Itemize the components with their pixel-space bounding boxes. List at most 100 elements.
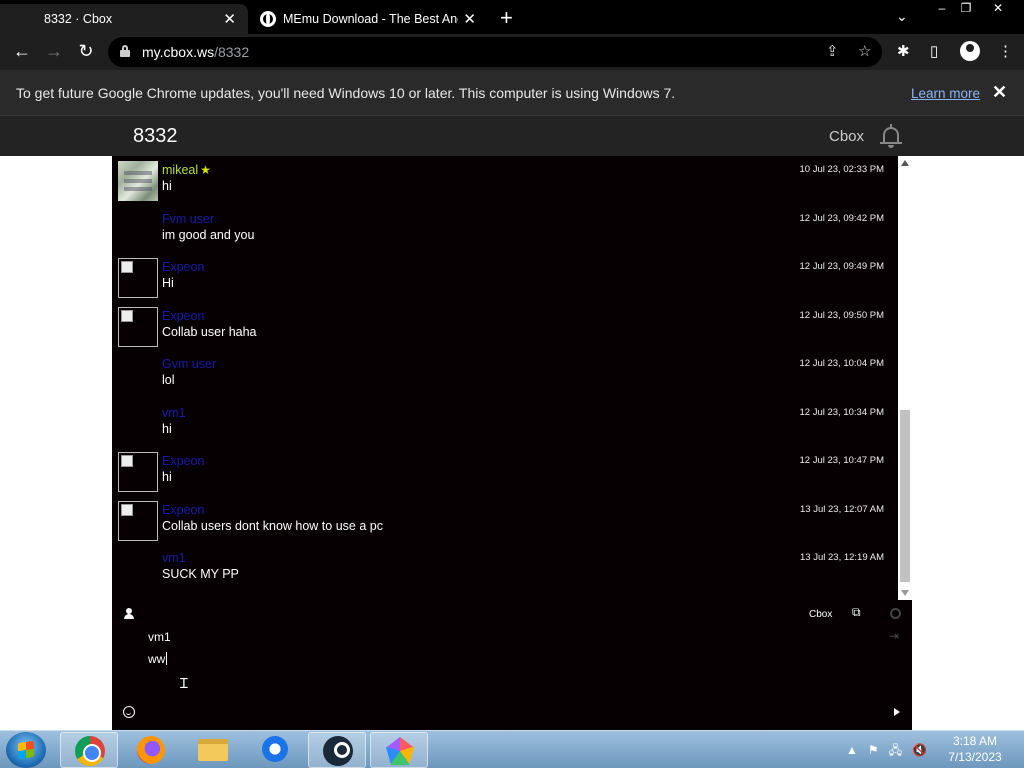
message-author[interactable]: vm1 — [162, 406, 186, 420]
site-header: 8332 Cbox — [0, 116, 1024, 156]
tray-expand-icon[interactable]: ▲ — [846, 743, 858, 757]
folder-icon — [198, 739, 228, 761]
external-link-icon[interactable]: ⧉ — [852, 605, 861, 620]
message-timestamp: 12 Jul 23, 10:47 PM — [799, 455, 885, 466]
scroll-down-arrow-icon[interactable] — [901, 590, 909, 596]
avatar[interactable] — [118, 306, 158, 347]
message-timestamp: 13 Jul 23, 12:19 AM — [800, 552, 884, 563]
star-icon: ★ — [200, 163, 211, 177]
back-arrow-icon[interactable]: ← — [11, 41, 33, 62]
infobar-close-icon[interactable]: ✕ — [992, 82, 1007, 103]
steam-icon — [323, 736, 353, 766]
taskbar-chrome[interactable] — [60, 732, 118, 768]
avatar[interactable] — [118, 500, 158, 541]
extensions-puzzle-icon[interactable]: ✱ — [897, 42, 910, 60]
avatar[interactable] — [118, 452, 158, 492]
lock-icon[interactable] — [120, 45, 130, 57]
message-author[interactable]: mikeal ★ — [162, 163, 211, 177]
user-icon[interactable] — [124, 608, 134, 620]
message-input[interactable]: ww — [148, 652, 848, 668]
taskbar-steam[interactable] — [308, 732, 366, 768]
message-timestamp: 12 Jul 23, 09:50 PM — [799, 309, 885, 321]
message-author[interactable]: Expeon — [162, 260, 204, 274]
volume-muted-icon[interactable]: 🔇 — [912, 743, 927, 757]
network-icon[interactable]: 🖧 — [889, 743, 902, 757]
status-circle-icon[interactable] — [890, 608, 901, 619]
tab-search-chevron-icon[interactable]: ⌄ — [896, 8, 908, 25]
update-infobar: To get future Google Chrome updates, you… — [0, 70, 1024, 116]
message-row: Fvm user im good and you 12 Jul 23, 09:42 … — [112, 206, 896, 254]
url-text[interactable]: my.cbox.ws/8332 — [142, 44, 249, 60]
tab-cbox[interactable]: 8332 · Cbox ✕ — [0, 4, 248, 34]
message-list[interactable]: mikeal ★ hi 10 Jul 23, 02:33 PM Fvm user im g… — [112, 156, 896, 600]
learn-more-link[interactable]: Learn more — [911, 86, 980, 101]
login-icon[interactable]: ⇥ — [889, 629, 899, 643]
start-button[interactable] — [6, 732, 46, 768]
bell-icon[interactable] — [880, 124, 902, 148]
tab-close-icon[interactable]: ✕ — [463, 10, 476, 28]
browser-tab-strip: 8332 · Cbox ✕ MEmu Download - The Best A… — [0, 0, 1024, 34]
tab-title: 8332 · Cbox — [44, 12, 113, 26]
share-icon[interactable]: ⇪ — [826, 42, 839, 60]
new-tab-plus-icon[interactable]: + — [500, 5, 513, 31]
reload-icon[interactable]: ↻ — [75, 41, 97, 62]
windows-taskbar: ▲ ⚑ 🖧 🔇 3:18 AM 7/13/2023 — [0, 730, 1024, 768]
taskbar-thunderbird[interactable] — [246, 732, 304, 768]
bookmark-star-icon[interactable]: ☆ — [858, 42, 871, 60]
message-row: Expeon Collab users dont know how to use … — [112, 497, 896, 545]
message-timestamp: 12 Jul 23, 10:04 PM — [799, 358, 885, 369]
message-row: Expeon hi 12 Jul 23, 10:47 PM — [112, 448, 896, 496]
taskbar-firefox[interactable] — [122, 732, 180, 768]
tab-title: MEmu Download - The Best Andr — [283, 12, 458, 26]
side-panel-icon[interactable]: ▯ — [930, 42, 938, 60]
clock-date: 7/13/2023 — [948, 750, 1002, 764]
emoji-smile-icon[interactable] — [123, 706, 135, 718]
restore-icon[interactable]: ❐ — [952, 0, 980, 18]
tab-close-icon[interactable]: ✕ — [223, 10, 236, 28]
profile-avatar-icon[interactable] — [960, 41, 980, 61]
chrome-icon — [75, 736, 105, 766]
message-author[interactable]: Expeon — [162, 454, 204, 468]
message-author[interactable]: Gvm user — [162, 357, 216, 371]
taskbar-file-explorer[interactable] — [184, 732, 242, 768]
name-field[interactable]: vm1 — [148, 630, 848, 646]
send-arrow-icon[interactable] — [894, 708, 900, 716]
action-center-flag-icon[interactable]: ⚑ — [868, 743, 879, 757]
taskbar-memu[interactable] — [370, 732, 428, 768]
chat-controls: Cbox ⧉ ⇥ vm1 ww Ɪ — [112, 600, 912, 730]
memu-icon — [386, 737, 414, 765]
scrollbar[interactable] — [898, 156, 912, 600]
message-row: Expeon Hi 12 Jul 23, 09:49 PM — [112, 254, 896, 302]
message-text: Hi — [162, 276, 174, 290]
message-author[interactable]: Expeon — [162, 503, 204, 517]
message-author[interactable]: Fvm user — [162, 212, 214, 226]
message-text: lol — [162, 373, 175, 387]
scrollbar-thumb[interactable] — [900, 410, 910, 582]
scroll-up-arrow-icon[interactable] — [901, 160, 909, 166]
message-row: vm1 SUCK MY PP 13 Jul 23, 12:19 AM — [112, 545, 896, 593]
message-timestamp: 12 Jul 23, 09:49 PM — [799, 261, 885, 272]
tab-memu[interactable]: MEmu Download - The Best Andr ✕ — [250, 4, 488, 34]
taskbar-clock[interactable]: 3:18 AM 7/13/2023 — [940, 733, 1010, 765]
message-author[interactable]: Expeon — [162, 309, 204, 323]
cbox-brand-link[interactable]: Cbox — [829, 128, 864, 145]
browser-toolbar: ← → ↻ my.cbox.ws/8332 ⇪ ☆ ✱ ▯ ⋮ — [0, 34, 1024, 70]
avatar[interactable] — [118, 258, 158, 298]
message-timestamp: 10 Jul 23, 02:33 PM — [799, 164, 885, 175]
thunderbird-icon — [262, 736, 288, 762]
window-close-icon[interactable]: ✕ — [984, 0, 1012, 18]
message-author[interactable]: vm1 — [162, 551, 186, 565]
message-timestamp: 12 Jul 23, 10:34 PM — [799, 406, 885, 418]
text-caret — [166, 652, 168, 665]
ibeam-cursor-icon: Ɪ — [180, 675, 188, 691]
message-text: hi — [162, 421, 172, 436]
cbox-footer-link[interactable]: Cbox — [809, 609, 832, 620]
clock-time: 3:18 AM — [952, 734, 998, 748]
avatar[interactable] — [118, 161, 158, 201]
menu-kebab-icon[interactable]: ⋮ — [998, 42, 1013, 60]
address-bar[interactable]: my.cbox.ws/8332 ⇪ ☆ — [108, 37, 882, 67]
page-title: 8332 — [133, 125, 178, 147]
forward-arrow-icon[interactable]: → — [43, 41, 65, 62]
system-tray[interactable]: ▲ ⚑ 🖧 🔇 — [846, 741, 927, 762]
message-row: Gvm user lol 12 Jul 23, 10:04 PM — [112, 351, 896, 399]
